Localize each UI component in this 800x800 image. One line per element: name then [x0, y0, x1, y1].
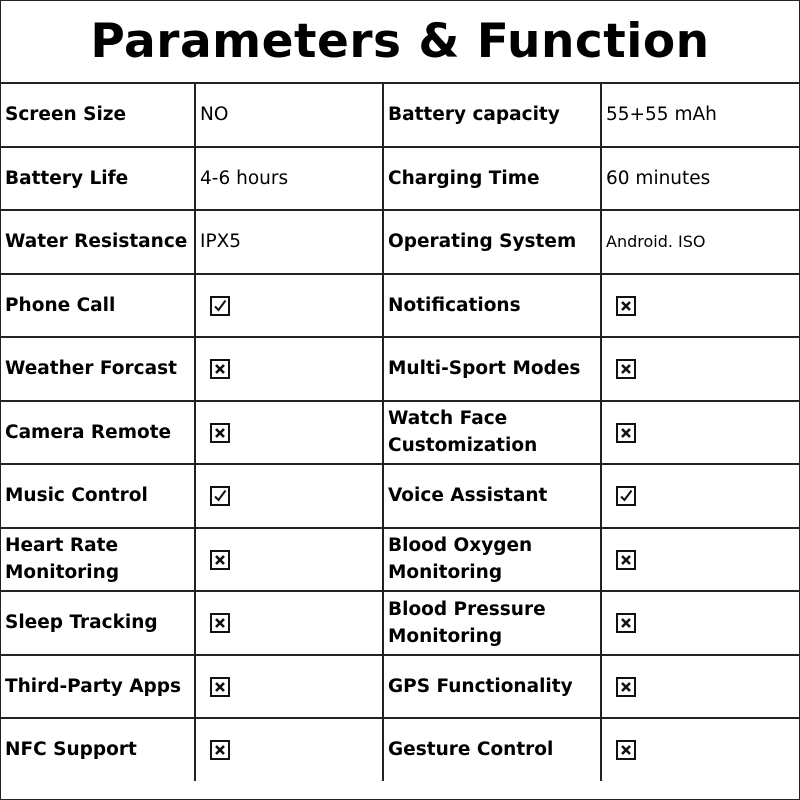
cross-box-icon [210, 359, 230, 380]
table-row: NFC Support Gesture Control [1, 717, 799, 781]
cross-box-icon [616, 359, 636, 380]
table-row: Weather Forcast Multi-Sport Modes [1, 336, 799, 402]
cross-box-icon [616, 422, 636, 443]
table-row: Battery Life 4-6 hours Charging Time 60 min… [1, 145, 799, 211]
table-row: Third-Party Apps GPS Functionality [1, 653, 799, 719]
param-label: Music Control [1, 463, 196, 529]
spec-table: Screen Size NO Battery capacity 55+55 mAh Ba… [1, 84, 799, 781]
param-label: Water Resistance [1, 209, 196, 275]
cross-box-icon [616, 740, 636, 761]
table-row: Screen Size NO Battery capacity 55+55 mAh [1, 84, 799, 148]
param-label: Operating System [382, 209, 602, 275]
table-row: Heart Rate Monitoring Blood Oxygen Monito… [1, 526, 799, 592]
page-title: Parameters & Function [1, 1, 799, 84]
feature-status [600, 526, 799, 592]
feature-status [194, 272, 384, 338]
spec-sheet: Parameters & Function Screen Size NO Batte… [0, 0, 800, 800]
table-row: Phone Call Notifications [1, 272, 799, 338]
cross-box-icon [616, 613, 636, 634]
cross-box-icon [210, 676, 230, 697]
param-value: 4-6 hours [194, 145, 384, 211]
feature-status [194, 526, 384, 592]
param-value: Android. ISO [600, 209, 799, 275]
param-label: Weather Forcast [1, 336, 196, 402]
param-label: Battery Life [1, 145, 196, 211]
cross-box-icon [616, 295, 636, 316]
feature-status [194, 336, 384, 402]
feature-status [600, 399, 799, 465]
feature-status [194, 399, 384, 465]
table-row: Camera Remote Watch Face Customization [1, 399, 799, 465]
param-label: Watch Face Customization [382, 399, 602, 465]
cross-box-icon [616, 676, 636, 697]
param-value: NO [194, 84, 384, 148]
param-label: Multi-Sport Modes [382, 336, 602, 402]
param-label: Blood Pressure Monitoring [382, 590, 602, 656]
param-label: Voice Assistant [382, 463, 602, 529]
param-label: Screen Size [1, 84, 196, 148]
cross-box-icon [210, 613, 230, 634]
cross-box-icon [616, 549, 636, 570]
param-label: Sleep Tracking [1, 590, 196, 656]
table-row: Music Control Voice Assistant [1, 463, 799, 529]
check-box-icon [616, 486, 636, 507]
feature-status [600, 590, 799, 656]
param-value: 60 minutes [600, 145, 799, 211]
feature-status [194, 463, 384, 529]
param-label: GPS Functionality [382, 653, 602, 719]
table-row: Water Resistance IPX5 Operating System Andr… [1, 209, 799, 275]
param-label: NFC Support [1, 717, 196, 781]
feature-status [194, 590, 384, 656]
cross-box-icon [210, 549, 230, 570]
table-row: Sleep Tracking Blood Pressure Monitoring [1, 590, 799, 656]
param-label: Charging Time [382, 145, 602, 211]
param-label: Phone Call [1, 272, 196, 338]
param-value: 55+55 mAh [600, 84, 799, 148]
feature-status [600, 336, 799, 402]
feature-status [600, 272, 799, 338]
param-label: Gesture Control [382, 717, 602, 781]
param-label: Camera Remote [1, 399, 196, 465]
check-box-icon [210, 486, 230, 507]
feature-status [600, 463, 799, 529]
param-label: Heart Rate Monitoring [1, 526, 196, 592]
param-label: Third-Party Apps [1, 653, 196, 719]
cross-box-icon [210, 740, 230, 761]
param-value: IPX5 [194, 209, 384, 275]
param-label: Battery capacity [382, 84, 602, 148]
param-label: Notifications [382, 272, 602, 338]
param-label: Blood Oxygen Monitoring [382, 526, 602, 592]
check-box-icon [210, 295, 230, 316]
feature-status [194, 653, 384, 719]
feature-status [600, 653, 799, 719]
feature-status [194, 717, 384, 781]
cross-box-icon [210, 422, 230, 443]
feature-status [600, 717, 799, 781]
